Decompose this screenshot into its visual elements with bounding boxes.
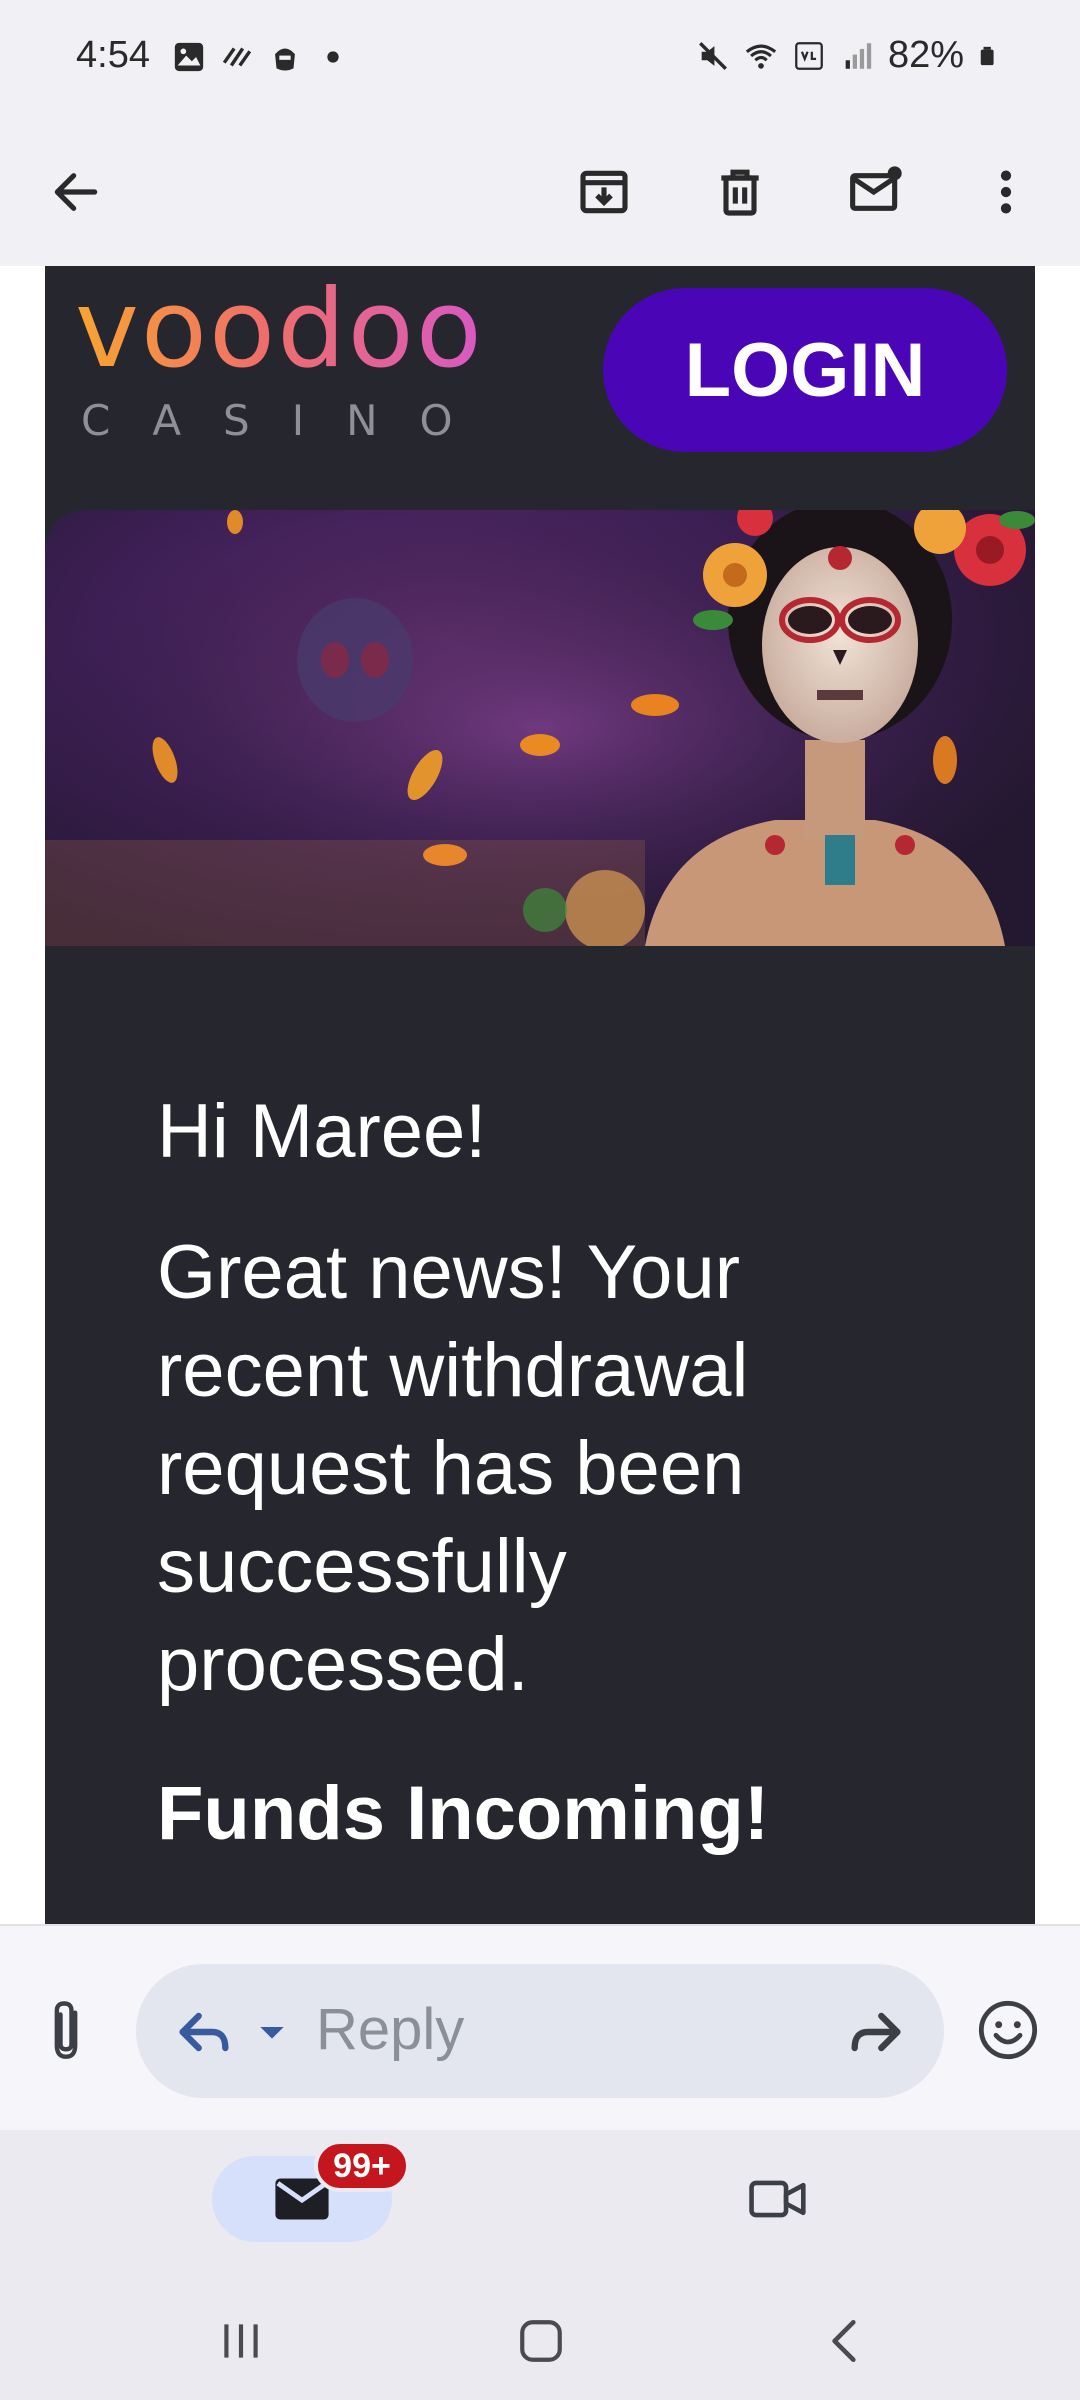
logo-wordmark: voodoo [75, 276, 495, 384]
emoji-reaction-button[interactable] [962, 1984, 1054, 2076]
arrow-back-icon [54, 173, 98, 211]
mark-unread-button[interactable] [830, 146, 922, 238]
gallery-icon [174, 42, 204, 72]
more-vertical-icon [1000, 170, 1012, 214]
trash-icon [721, 169, 759, 216]
archive-button[interactable] [558, 146, 650, 238]
battery-percentage: 82% [887, 34, 964, 76]
archive-icon [580, 170, 628, 214]
reply-field[interactable]: Reply [136, 1964, 944, 2098]
login-button[interactable]: LOGIN [603, 288, 1007, 452]
battery-icon [980, 46, 994, 65]
back-button[interactable] [30, 146, 122, 238]
status-bar: 4:54 82% [0, 0, 1080, 120]
wifi-icon [745, 44, 777, 69]
chevron-left-icon [832, 2319, 856, 2363]
voodoo-casino-logo: voodoo CASINO [75, 276, 495, 446]
logo-subtitle: CASINO [81, 396, 495, 445]
paperclip-icon [54, 2001, 78, 2059]
volte-icon [795, 41, 823, 70]
recents-icon [224, 2324, 258, 2358]
recent-apps-button[interactable] [196, 2304, 286, 2378]
system-navigation-bar [0, 2282, 1080, 2400]
home-icon [520, 2320, 562, 2362]
email-headline: Funds Incoming! [157, 1771, 770, 1856]
mail-unread-icon [850, 166, 902, 211]
banner-artwork [45, 510, 1035, 946]
system-back-button[interactable] [800, 2304, 890, 2378]
home-button[interactable] [496, 2304, 586, 2378]
chevron-down-icon[interactable] [252, 2012, 292, 2052]
status-time: 4:54 [76, 34, 150, 76]
attach-button[interactable] [28, 1986, 104, 2076]
forward-icon[interactable] [844, 2000, 908, 2064]
smiley-icon [978, 2000, 1038, 2060]
system-status-icons: 82% [696, 34, 1000, 77]
signal-icon [845, 42, 872, 69]
reply-bar: Reply [0, 1924, 1080, 2130]
newsletter-card: voodoo CASINO LOGIN Hi Maree! Great news… [45, 266, 1035, 1924]
mute-icon [698, 41, 727, 70]
dot-icon [327, 51, 339, 63]
email-message: Great news! Your recent withdrawal reque… [157, 1230, 749, 1707]
email-greeting: Hi Maree! [157, 1089, 487, 1174]
delete-button[interactable] [694, 146, 786, 238]
promo-banner-image[interactable] [45, 510, 1035, 946]
data-saver-icon [222, 47, 252, 67]
app-notification-icon [275, 48, 295, 71]
reply-icon[interactable] [172, 2000, 236, 2064]
video-camera-icon [749, 2180, 806, 2218]
email-body: voodoo CASINO LOGIN Hi Maree! Great news… [0, 266, 1080, 1924]
bottom-navigation: 99+ [0, 2130, 1080, 2282]
more-options-button[interactable] [960, 146, 1052, 238]
nav-meet-tab[interactable] [728, 2156, 828, 2242]
email-toolbar [0, 120, 1080, 266]
unread-count-badge: 99+ [314, 2140, 410, 2192]
reply-placeholder: Reply [316, 1997, 465, 2062]
notification-icons [172, 40, 350, 74]
